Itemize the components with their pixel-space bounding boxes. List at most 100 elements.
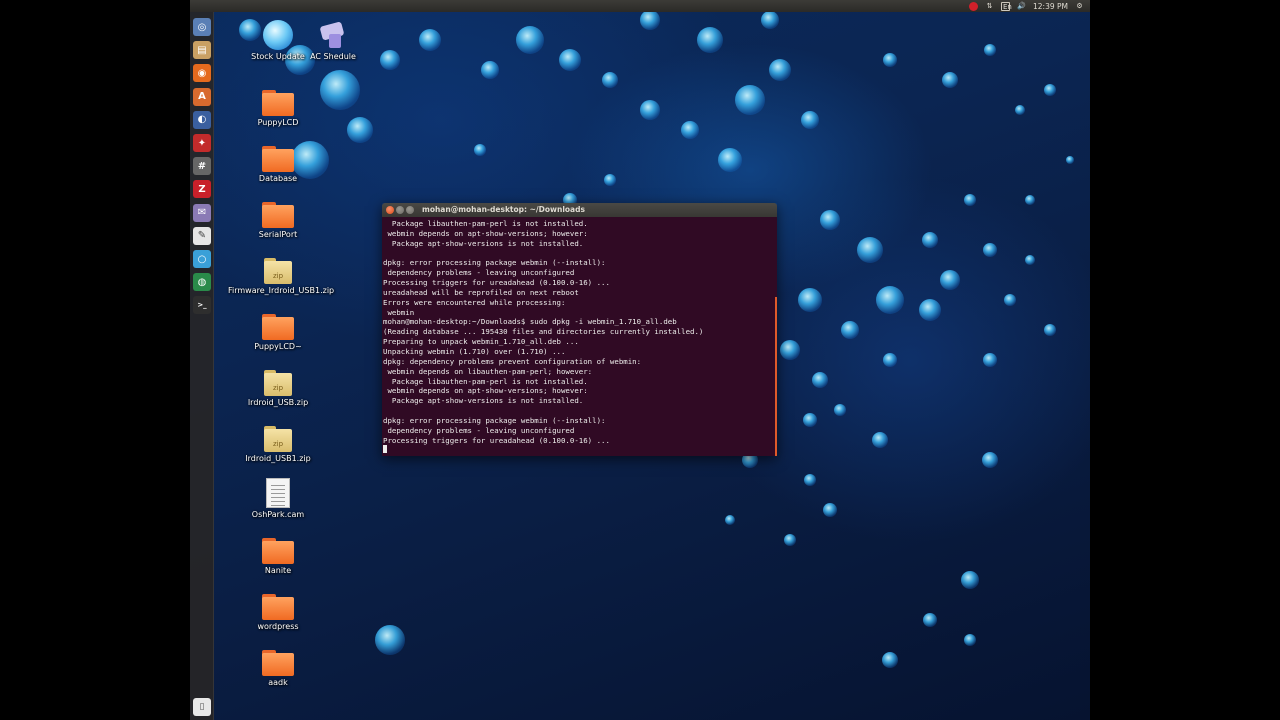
terminal-line: Unpacking webmin (1.710) over (1.710) ..… <box>383 346 566 356</box>
wallpaper-bokeh <box>919 299 941 321</box>
desktop-icon-database[interactable]: Database <box>228 146 328 183</box>
wallpaper-bokeh <box>380 50 400 70</box>
recording-icon[interactable] <box>969 1 978 11</box>
wallpaper-bokeh <box>681 121 699 139</box>
tool-icon[interactable]: ✦ <box>193 134 211 152</box>
desktop-icon-puppylcd[interactable]: PuppyLCD~ <box>228 314 328 351</box>
firefox-icon[interactable]: ◉ <box>193 64 211 83</box>
wallpaper-bokeh <box>804 474 816 486</box>
desktop-icon-irdroid-usb1-zip[interactable]: zip Irdroid_USB1.zip <box>228 426 328 463</box>
wallpaper-bokeh <box>961 571 979 589</box>
top-panel: ⇅ En 🔊 12:39 PM ⚙ <box>190 0 1090 12</box>
maximize-icon[interactable] <box>406 206 414 214</box>
minimize-icon[interactable] <box>396 206 404 214</box>
wallpaper-bokeh <box>769 59 791 81</box>
desktop-icon-serialport[interactable]: SerialPort <box>228 202 328 239</box>
wallpaper-bokeh <box>735 85 765 115</box>
desktop-icon-label: PuppyLCD <box>257 118 299 127</box>
wallpaper-bokeh <box>347 117 373 143</box>
clock[interactable]: 12:39 PM <box>1033 2 1068 11</box>
wallpaper-bokeh <box>876 286 904 314</box>
folder-icon <box>262 146 294 172</box>
terminal-titlebar[interactable]: mohan@mohan-desktop: ~/Downloads <box>382 203 777 217</box>
folder-icon <box>262 650 294 676</box>
terminal-line: dpkg: error processing package webmin (-… <box>383 258 606 268</box>
keyboard-layout-indicator[interactable]: En <box>1001 1 1012 11</box>
wallpaper-bokeh <box>803 413 817 427</box>
terminal-line: Processing triggers for ureadahead (0.10… <box>383 278 610 288</box>
wallpaper-bokeh <box>823 503 837 517</box>
desktop-icon-label: OshPark.cam <box>251 510 305 519</box>
wallpaper-bokeh <box>640 100 660 120</box>
terminal-line: webmin depends on apt-show-versions; how… <box>383 386 588 396</box>
mail-icon[interactable]: ✉ <box>193 203 211 222</box>
files-icon[interactable]: ▤ <box>193 41 211 60</box>
wallpaper-bokeh <box>983 243 997 257</box>
terminal-line: dependency problems - leaving unconfigur… <box>383 425 575 435</box>
wallpaper-bokeh <box>1015 105 1025 115</box>
wallpaper-bokeh <box>883 53 897 67</box>
terminal-icon[interactable]: >_ <box>193 296 211 315</box>
desktop-icon-label: wordpress <box>257 622 299 631</box>
eclipse-icon[interactable]: ◐ <box>193 110 211 129</box>
terminal-line: webmin <box>383 307 415 317</box>
wallpaper-bokeh <box>640 10 660 30</box>
volume-icon[interactable]: 🔊 <box>1017 2 1026 11</box>
desktop-icon-wordpress[interactable]: wordpress <box>228 594 328 631</box>
folder-icon <box>262 90 294 116</box>
desktop-icon-label: Nanite <box>264 566 292 575</box>
desktop-icon-ac-shedule[interactable]: AC Shedule <box>283 20 383 61</box>
terminal-window[interactable]: mohan@mohan-desktop: ~/Downloads Package… <box>382 203 777 456</box>
desktop-icon-firmware-irdroid-usb1-zip[interactable]: zip Firmware_Irdroid_USB1.zip <box>228 258 334 295</box>
terminal-output[interactable]: Package libauthen-pam-perl is not instal… <box>382 217 777 456</box>
wallpaper-bokeh <box>604 174 616 186</box>
desktop-icon-puppylcd[interactable]: PuppyLCD <box>228 90 328 127</box>
zip-archive-icon: zip <box>264 258 292 284</box>
terminal-line: Package apt-show-versions is not install… <box>383 396 584 406</box>
stamp-app-icon <box>317 20 349 50</box>
terminal-line: dependency problems - leaving unconfigur… <box>383 268 575 278</box>
wallpaper-bokeh <box>857 237 883 263</box>
wallpaper-bokeh <box>1025 195 1035 205</box>
zip-archive-icon: zip <box>264 370 292 396</box>
folder-icon <box>262 202 294 228</box>
folder-icon <box>262 538 294 564</box>
close-icon[interactable] <box>386 206 394 214</box>
terminal-line: dpkg: dependency problems prevent config… <box>383 356 642 366</box>
wallpaper-bokeh <box>516 26 544 54</box>
desktop-icon-irdroid-usb-zip[interactable]: zip Irdroid_USB.zip <box>228 370 328 407</box>
wallpaper-bokeh <box>940 270 960 290</box>
terminal-text: Package libauthen-pam-perl is not instal… <box>383 219 773 455</box>
wallpaper-bokeh <box>841 321 859 339</box>
browser-icon[interactable]: ○ <box>193 250 211 268</box>
terminal-scrollbar[interactable] <box>775 297 777 456</box>
wallpaper-bokeh <box>1025 255 1035 265</box>
desktop-icon-label: SerialPort <box>258 230 298 239</box>
wallpaper-bokeh <box>1044 84 1056 96</box>
wallpaper-bokeh <box>942 72 958 88</box>
zip-badge: zip <box>264 373 292 396</box>
software-center-icon[interactable]: A <box>193 87 211 106</box>
desktop-icon-label: PuppyLCD~ <box>254 342 302 351</box>
screen: ⇅ En 🔊 12:39 PM ⚙ ◎ ▤ ◉ A ◐ ✦ # Z ✉ ✎ ○ ◍ >_ ▯ Stock … <box>0 0 1280 720</box>
calculator-icon[interactable]: # <box>193 157 211 176</box>
desktop-icon-nanite[interactable]: Nanite <box>228 538 328 575</box>
wallpaper-bokeh <box>375 625 405 655</box>
network-transfer-icon[interactable]: ⇅ <box>985 2 994 11</box>
trash-icon[interactable]: ▯ <box>193 698 211 716</box>
filezilla-icon[interactable]: Z <box>193 180 211 199</box>
wallpaper-bokeh <box>784 534 796 546</box>
text-editor-icon[interactable]: ✎ <box>193 226 211 245</box>
document-icon <box>266 478 290 508</box>
desktop-icon-aadk[interactable]: aadk <box>228 650 328 687</box>
dash-home-icon[interactable]: ◎ <box>193 18 211 36</box>
terminal-cursor <box>383 445 387 454</box>
terminal-line: webmin depends on apt-show-versions; how… <box>383 228 588 238</box>
desktop-icon-oshpark-cam[interactable]: OshPark.cam <box>228 478 328 519</box>
wallpaper-bokeh <box>1066 156 1074 164</box>
wallpaper-bokeh <box>964 634 976 646</box>
terminal-line: mohan@mohan-desktop:~/Downloads$ sudo dp… <box>383 317 677 327</box>
gear-icon[interactable]: ⚙ <box>1075 2 1084 11</box>
globe-icon[interactable]: ◍ <box>193 273 211 292</box>
wallpaper-bokeh <box>474 144 486 156</box>
